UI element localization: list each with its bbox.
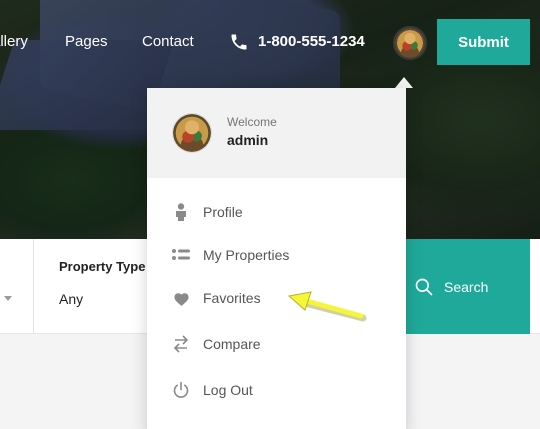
- phone-number[interactable]: 1-800-555-1234: [258, 33, 365, 50]
- menu-item-compare[interactable]: Compare: [147, 329, 406, 359]
- menu-item-log-out[interactable]: Log Out: [147, 375, 406, 405]
- user-avatar-button[interactable]: [393, 26, 427, 60]
- property-type-select[interactable]: Any: [59, 291, 83, 307]
- chevron-down-icon[interactable]: [4, 296, 12, 301]
- menu-item-label: Favorites: [203, 290, 261, 306]
- nav-link-pages[interactable]: Pages: [65, 33, 108, 50]
- list-icon: [172, 246, 190, 264]
- search-icon: [415, 278, 433, 295]
- phone-icon: [229, 32, 249, 52]
- user-menu-header: Welcome admin: [147, 88, 406, 178]
- power-icon: [172, 381, 190, 399]
- submit-button[interactable]: Submit: [437, 19, 530, 65]
- property-type-label: Property Type: [59, 259, 146, 274]
- nav-link-contact[interactable]: Contact: [142, 33, 194, 50]
- menu-item-label: My Properties: [203, 247, 290, 263]
- avatar: [172, 113, 212, 153]
- annotation-arrow-icon: [287, 291, 367, 322]
- menu-item-label: Log Out: [203, 382, 253, 398]
- search-button[interactable]: Search: [406, 239, 530, 334]
- welcome-text: Welcome: [227, 115, 277, 129]
- heart-icon: [172, 289, 190, 307]
- user-icon: [172, 203, 190, 221]
- menu-item-label: Profile: [203, 204, 243, 220]
- nav-link-gallery[interactable]: allery: [0, 33, 28, 50]
- top-navigation: allery Pages Contact 1-800-555-1234 Subm…: [0, 0, 540, 84]
- menu-item-my-properties[interactable]: My Properties: [147, 240, 406, 270]
- divider: [33, 239, 34, 334]
- menu-item-profile[interactable]: Profile: [147, 197, 406, 227]
- dropdown-caret: [395, 77, 413, 88]
- username: admin: [227, 132, 269, 148]
- search-button-label: Search: [444, 278, 489, 295]
- menu-item-label: Compare: [203, 336, 261, 352]
- compare-arrows-icon: [172, 335, 190, 353]
- avatar: [395, 28, 425, 58]
- user-dropdown-menu: Welcome admin Profile My Properties Favo…: [147, 88, 406, 429]
